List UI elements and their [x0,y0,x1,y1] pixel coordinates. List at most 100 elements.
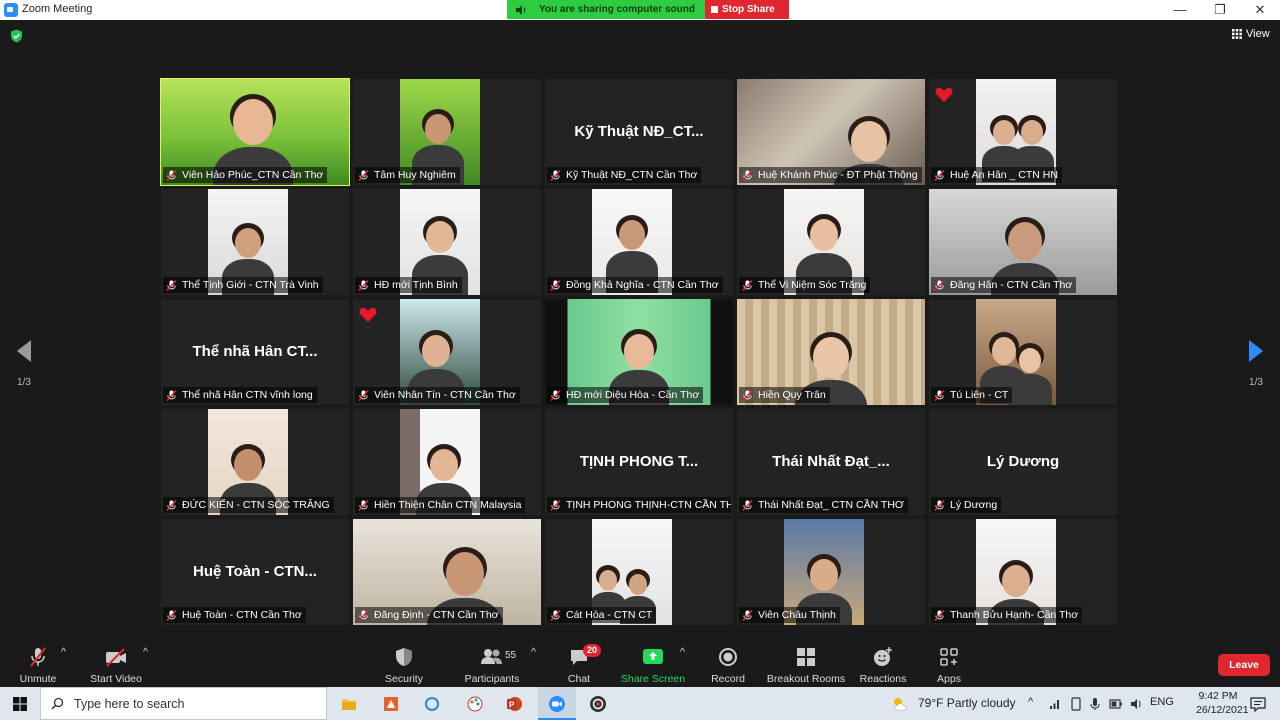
security-button[interactable]: Security [380,646,428,685]
participant-tile[interactable]: Thể Tịnh Giới - CTN Trà Vinh [161,189,349,295]
participant-tile[interactable]: Lý Dương Lý Dương [929,409,1117,515]
participant-face [446,552,484,596]
participant-tile[interactable]: Kỹ Thuật NĐ_CT... Kỹ Thuật NĐ_CTN Cần Thơ [545,79,733,185]
muted-microphone-icon [550,169,561,181]
participant-tile[interactable]: Huệ An Hân _ CTN HN [929,79,1117,185]
muted-microphone-icon [934,279,945,291]
search-icon [51,697,64,710]
share-options-caret[interactable]: ^ [680,646,685,658]
media-app-icon[interactable] [589,695,607,713]
windows-start-icon[interactable] [13,697,27,711]
participant-name-label: Tâm Huy Nghiêm [355,167,460,183]
powerpoint-icon[interactable]: P [505,695,523,713]
page-indicator-left: 1/3 [17,377,31,388]
next-page-button[interactable]: 1/3 [1244,340,1268,388]
participant-face [1002,565,1030,598]
participant-name: Huệ An Hân _ CTN HN [950,169,1058,181]
partly-cloudy-icon[interactable] [891,696,911,712]
participant-tile[interactable]: Thanh Bửu Hạnh- Cần Thơ [929,519,1117,625]
previous-page-button[interactable]: 1/3 [12,340,36,388]
participant-tile[interactable]: Tâm Huy Nghiêm [353,79,541,185]
notifications-icon[interactable] [1250,696,1266,712]
view-button[interactable]: View [1232,28,1270,40]
video-options-caret[interactable]: ^ [143,646,148,658]
participant-tile[interactable]: Hiền Thiện Chân CTN Malaysia [353,409,541,515]
clock-time: 9:42 PM [1198,690,1238,702]
meeting-toolbar: Unmute ^ Start Video ^ Security Particip… [0,640,1280,686]
office-app-icon[interactable] [383,696,399,712]
participants-options-caret[interactable]: ^ [531,646,536,658]
device-icon[interactable] [1070,697,1082,711]
chat-unread-badge: 20 [583,644,602,657]
participant-name-label: Thể nhã Hân CTN vĩnh long [163,387,317,403]
sharing-sound-indicator[interactable]: You are sharing computer sound [507,0,705,19]
participant-tile[interactable]: Đồng Khả Nghĩa - CTN Cần Thơ [545,189,733,295]
chevron-up-icon[interactable]: ^ [1028,696,1033,708]
participant-tile[interactable]: Tú Liên - CT [929,299,1117,405]
input-language[interactable]: ENG [1150,696,1174,708]
participant-name: Đăng Định - CTN Cần Thơ [374,609,499,621]
participant-name-label: Đăng Định - CTN Cần Thơ [355,607,503,623]
participant-name-label: HĐ mới Diệu Hòa - Cần Thơ [547,387,704,403]
reactions-button[interactable]: Reactions [858,646,908,685]
participant-name-label: Thể Tịnh Giới - CTN Trà Vinh [163,277,323,293]
participant-name-label: Thể Vi Niệm Sóc Trăng [739,277,871,293]
participant-name-label: Cát Hòa - CTN CT [547,607,657,623]
heart-reaction-icon [935,87,953,102]
audio-options-caret[interactable]: ^ [61,646,66,658]
participant-tile[interactable]: HĐ mới Tịnh Bình [353,189,541,295]
participant-tile[interactable]: Huệ Khánh Phúc - ĐT Phật Thông [737,79,925,185]
battery-icon[interactable] [1109,698,1123,710]
participant-tile[interactable]: Viên Hảo Phúc_CTN Cần Thơ [160,78,350,186]
participant-tile[interactable]: Thái Nhất Đạt_... Thái Nhất Đạt_ CTN CẦN … [737,409,925,515]
paint-app-icon[interactable] [466,695,484,713]
unmute-button[interactable]: Unmute [17,646,59,685]
taskbar-search-box[interactable]: Type here to search [40,687,327,720]
participant-tile[interactable]: TỊNH PHONG T... TỊNH PHONG THỊNH-CTN CẦN … [545,409,733,515]
participant-tile[interactable]: Đăng Định - CTN Cần Thơ [353,519,541,625]
cortana-circle-icon[interactable] [424,696,440,712]
muted-microphone-icon [358,499,369,511]
participant-tile[interactable]: Hiền Quy Trân [737,299,925,405]
close-button[interactable]: ✕ [1242,0,1278,20]
share-screen-button[interactable]: Share Screen [620,646,686,685]
sharing-banner: You are sharing computer sound Stop Shar… [507,0,789,19]
microphone-tray-icon[interactable] [1090,697,1100,711]
chat-label: Chat [567,673,591,685]
participant-tile[interactable]: Cát Hòa - CTN CT [545,519,733,625]
leave-meeting-button[interactable]: Leave [1218,654,1270,676]
volume-icon[interactable] [1130,697,1144,711]
apps-icon [940,648,958,666]
file-explorer-icon[interactable] [341,696,357,712]
participant-name-label: Viên Nhân Tín - CTN Cần Thơ [355,387,520,403]
stop-share-button[interactable]: Stop Share [704,0,789,19]
participant-tile[interactable]: Đăng Hân - CTN Cần Thơ [929,189,1117,295]
record-label: Record [711,673,745,685]
participant-name: HĐ mới Tịnh Bình [374,279,458,291]
apps-button[interactable]: Apps [930,646,968,685]
participant-tile[interactable]: Viên Nhân Tín - CTN Cần Thơ [353,299,541,405]
participant-face [430,449,458,482]
participant-tile[interactable]: Thể Vi Niệm Sóc Trăng [737,189,925,295]
network-icon[interactable] [1049,698,1061,710]
taskbar-clock[interactable]: 9:42 PM 26/12/2021 [1196,689,1249,717]
muted-microphone-icon [934,499,945,511]
muted-microphone-icon [742,499,753,511]
start-video-button[interactable]: Start Video [88,646,144,685]
stop-icon [710,6,718,13]
participant-tile[interactable]: Thể nhã Hân CT... Thể nhã Hân CTN vĩnh lo… [161,299,349,405]
taskbar-zoom-active[interactable] [538,687,576,720]
weather-text[interactable]: 79°F Partly cloudy [918,696,1016,710]
maximize-button[interactable]: ❐ [1202,0,1238,20]
breakout-rooms-button[interactable]: Breakout Rooms [764,646,848,685]
participant-tile[interactable]: Huệ Toàn - CTN... Huệ Toàn - CTN Cần Thơ [161,519,349,625]
record-button[interactable]: Record [708,646,748,685]
security-label: Security [385,673,423,685]
muted-microphone-icon [166,499,177,511]
encryption-shield-icon[interactable] [10,29,23,43]
participant-tile[interactable]: HĐ mới Diệu Hòa - Cần Thơ [545,299,733,405]
participant-name-label: Viên Châu Thịnh [739,607,840,623]
participant-tile[interactable]: Viên Châu Thịnh [737,519,925,625]
minimize-button[interactable]: — [1162,0,1198,20]
participant-tile[interactable]: ĐỨC KIẾN - CTN SÓC TRĂNG [161,409,349,515]
